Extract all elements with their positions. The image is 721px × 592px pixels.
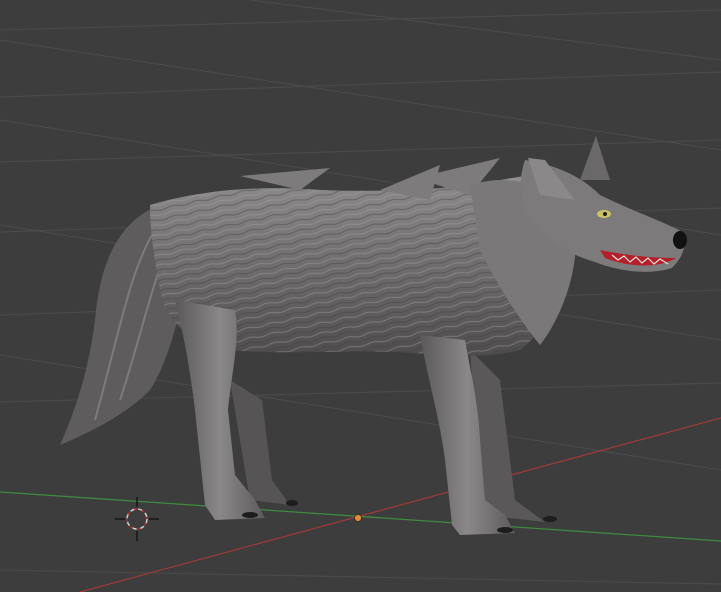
3d-cursor-icon[interactable] xyxy=(115,497,159,541)
x-axis-line xyxy=(79,417,721,592)
wolf-ear-right xyxy=(580,136,610,180)
3d-viewport[interactable] xyxy=(0,0,721,592)
wolf-model[interactable] xyxy=(60,136,687,535)
viewport-canvas[interactable] xyxy=(0,0,721,592)
object-origin-icon[interactable] xyxy=(354,514,362,522)
wolf-nose xyxy=(673,231,687,249)
